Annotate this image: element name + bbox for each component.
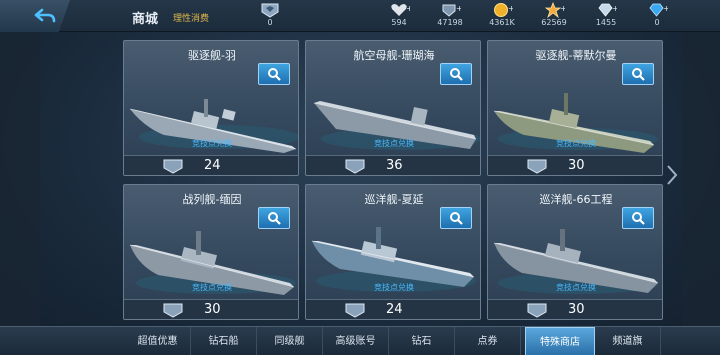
redeem-label: 竞技点兑换 [556,283,596,292]
tab-coupons[interactable]: 点券 [455,327,521,355]
diamond-icon: + [598,3,617,17]
resource-heart[interactable]: + 594 [379,2,419,28]
price-bar: 30 [488,155,662,175]
resource-value: 594 [391,18,407,27]
ship-card[interactable]: 战列舰-缅因 竞技点兑换 30 [123,184,299,320]
ship-name: 巡洋舰-夏延 [364,193,424,206]
ship-card[interactable]: 驱逐舰-羽 竞技点兑换 24 [123,40,299,176]
zoom-button[interactable] [258,207,290,229]
resource-value: 62569 [541,18,567,27]
next-page-arrow-icon[interactable] [666,164,678,186]
magnifier-icon [450,212,463,225]
arena-point-icon [345,159,365,174]
arena-point-icon [527,159,547,174]
price-value: 30 [568,302,585,317]
magnifier-icon [268,212,281,225]
tab-premium-account[interactable]: 高级账号 [323,327,389,355]
svg-text:+: + [456,4,461,13]
price-bar: 24 [124,155,298,175]
price-value: 24 [386,302,403,317]
price-value: 30 [204,302,221,317]
ship-name: 驱逐舰-羽 [188,49,236,62]
ship-name: 巡洋舰-66工程 [539,193,613,206]
magnifier-icon [268,68,281,81]
price-value: 24 [204,158,221,173]
svg-text:+: + [663,4,668,13]
resource-medal[interactable]: + 47198 [430,2,470,28]
price-bar: 30 [488,299,662,319]
back-arrow-icon [34,8,56,23]
zoom-button[interactable] [440,207,472,229]
page-title: 商城 [132,12,159,27]
left-panel-shade [0,32,40,326]
svg-text:+: + [508,4,513,13]
ship-name: 航空母舰-珊瑚海 [353,49,435,62]
redeem-label: 竞技点兑换 [192,283,232,292]
medal-icon: + [442,4,461,17]
price-bar: 30 [124,299,298,319]
gem-icon: + [649,3,668,17]
tab-diamonds[interactable]: 钻石 [389,327,455,355]
ship-card[interactable]: 驱逐舰-蒂默尔曼 竞技点兑换 30 [487,40,663,176]
zoom-button[interactable] [440,63,472,85]
bottom-nav: 超值优惠 钻石船 同级舰 高级账号 钻石 点券 特殊商店 频道旗 [0,326,720,355]
price-bar: 24 [306,299,480,319]
resource-badge[interactable]: 0 [250,2,290,28]
resource-gem[interactable]: + 0 [637,2,677,28]
price-value: 36 [386,158,403,173]
page-subtitle: 理性消费 [173,14,210,24]
top-bar: 商城 理性消费 0 + 594 + 47198 + 4361K + 62569 … [0,0,720,32]
magnifier-icon [632,68,645,81]
ship-card[interactable]: 航空母舰-珊瑚海 竞技点兑换 36 [305,40,481,176]
resource-gold[interactable]: + 4361K [482,2,522,28]
resource-value: 0 [267,18,273,27]
tab-channel-flags[interactable]: 频道旗 [595,327,661,355]
tab-same-tier-ships[interactable]: 同级舰 [257,327,323,355]
redeem-label: 竞技点兑换 [192,139,232,148]
redeem-label: 竞技点兑换 [374,139,414,148]
zoom-button[interactable] [622,207,654,229]
svg-text:+: + [612,4,617,13]
ship-card[interactable]: 巡洋舰-66工程 竞技点兑换 30 [487,184,663,320]
price-bar: 36 [306,155,480,175]
tab-diamond-ships[interactable]: 钻石船 [191,327,257,355]
ship-card[interactable]: 巡洋舰-夏延 竞技点兑换 24 [305,184,481,320]
price-value: 30 [568,158,585,173]
svg-text:+: + [406,4,410,13]
zoom-button[interactable] [622,63,654,85]
tab-value-deals[interactable]: 超值优惠 [125,327,191,355]
redeem-label: 竞技点兑换 [374,283,414,292]
arena-point-icon [527,303,547,318]
resource-value: 4361K [489,18,515,27]
gold-coin-icon: + [494,3,513,17]
back-button[interactable] [0,0,70,32]
resource-value: 1455 [595,18,617,27]
arena-point-icon [163,159,183,174]
ship-name: 战列舰-缅因 [182,193,242,206]
zoom-button[interactable] [258,63,290,85]
star-icon: + [544,2,565,18]
heart-icon: + [391,4,410,16]
badge-icon [261,3,279,18]
tab-special-shop[interactable]: 特殊商店 [525,327,595,355]
ship-name: 驱逐舰-蒂默尔曼 [535,49,617,62]
magnifier-icon [632,212,645,225]
resource-diamond[interactable]: + 1455 [586,2,626,28]
right-panel-shade [682,32,720,326]
resource-star[interactable]: + 62569 [534,2,574,28]
magnifier-icon [450,68,463,81]
arena-point-icon [345,303,365,318]
arena-point-icon [163,303,183,318]
resource-value: 47198 [437,18,463,27]
resource-value: 0 [654,18,660,27]
svg-text:+: + [560,4,565,13]
redeem-label: 竞技点兑换 [556,139,596,148]
